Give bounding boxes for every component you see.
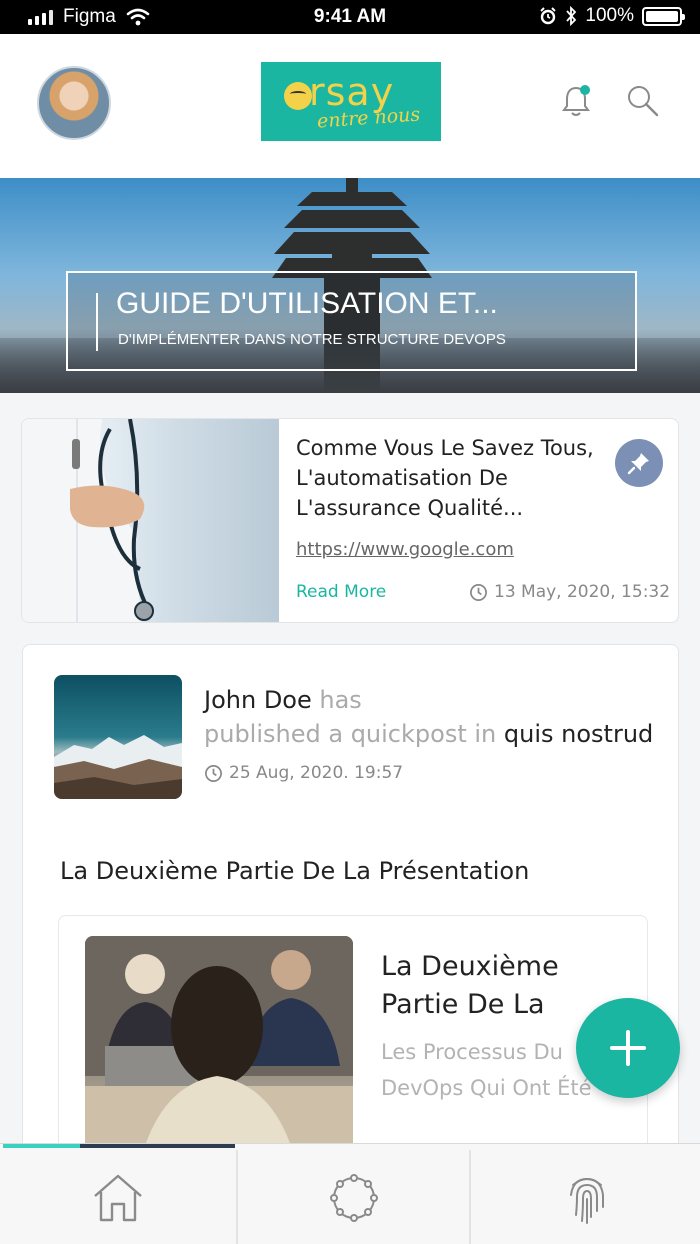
battery-percent: 100% bbox=[585, 5, 634, 26]
clock-icon bbox=[470, 583, 487, 601]
avatar[interactable] bbox=[37, 66, 111, 140]
status-right: 100% bbox=[539, 5, 685, 27]
app-logo: rsay entre nous bbox=[261, 62, 441, 141]
banner-subtitle: D'IMPLÉMENTER DANS NOTRE STRUCTURE DEVOP… bbox=[118, 331, 506, 348]
fingerprint-icon bbox=[570, 1177, 604, 1224]
doctor-image bbox=[22, 419, 279, 622]
nav-fingerprint[interactable] bbox=[472, 1150, 700, 1244]
post-author[interactable]: John Doe bbox=[204, 686, 312, 714]
app-header: rsay entre nous bbox=[0, 34, 700, 178]
post-target[interactable]: quis nostrud bbox=[504, 720, 653, 748]
add-button[interactable] bbox=[576, 998, 680, 1098]
search-icon[interactable] bbox=[623, 82, 661, 120]
doctor-illustration bbox=[22, 419, 154, 622]
status-bar: Figma 9:41 AM 100% bbox=[0, 0, 700, 34]
home-icon bbox=[94, 1174, 142, 1221]
nav-divider bbox=[236, 1150, 238, 1244]
preview-desc-line2: DevOps Qui Ont Été bbox=[381, 1076, 592, 1100]
article-link[interactable]: https://www.google.com bbox=[296, 539, 514, 560]
article-date-text: 13 May, 2020, 15:32 bbox=[494, 582, 671, 602]
mountain-illustration bbox=[54, 735, 182, 799]
nav-home[interactable] bbox=[3, 1150, 233, 1244]
banner-accent-bar bbox=[96, 293, 98, 351]
smiley-icon bbox=[284, 82, 312, 110]
article-date: 13 May, 2020, 15:32 bbox=[469, 582, 670, 602]
post-date: 25 Aug, 2020. 19:57 bbox=[204, 763, 403, 783]
bottom-nav bbox=[0, 1143, 700, 1244]
post-date-text: 25 Aug, 2020. 19:57 bbox=[229, 763, 404, 783]
bluetooth-icon bbox=[566, 6, 577, 26]
preview-title[interactable]: La Deuxième Partie De La bbox=[381, 948, 611, 1024]
battery-icon bbox=[642, 6, 685, 26]
post-action-published: published a quickpost in bbox=[204, 720, 497, 748]
meeting-illustration bbox=[85, 936, 353, 1176]
alarm-icon bbox=[540, 7, 557, 25]
post-author-line: John Doe has published a quickpost in qu… bbox=[204, 683, 664, 751]
banner-caption-box: GUIDE D'UTILISATION ET... D'IMPLÉMENTER … bbox=[66, 271, 637, 371]
pin-icon bbox=[627, 453, 649, 475]
read-more-link[interactable]: Read More bbox=[296, 582, 386, 602]
clock-icon bbox=[205, 764, 222, 782]
nav-divider bbox=[469, 1150, 471, 1244]
post-action-has: has bbox=[319, 686, 362, 714]
meeting-image bbox=[85, 936, 353, 1176]
post-thumbnail[interactable] bbox=[54, 675, 182, 799]
pin-button[interactable] bbox=[615, 439, 663, 487]
bell-icon[interactable] bbox=[557, 82, 595, 120]
article-card[interactable]: Comme Vous Le Savez Tous, L'automatisati… bbox=[21, 418, 679, 623]
circle-nodes-icon bbox=[330, 1173, 378, 1222]
hero-banner[interactable]: GUIDE D'UTILISATION ET... D'IMPLÉMENTER … bbox=[0, 178, 700, 393]
plus-icon bbox=[610, 1030, 646, 1066]
article-title[interactable]: Comme Vous Le Savez Tous, L'automatisati… bbox=[296, 433, 596, 523]
preview-desc-line1: Les Processus Du bbox=[381, 1040, 563, 1064]
post-heading: La Deuxième Partie De La Présentation bbox=[60, 857, 530, 885]
nav-network[interactable] bbox=[239, 1150, 469, 1244]
banner-title: GUIDE D'UTILISATION ET... bbox=[116, 287, 498, 320]
nav-active-indicator bbox=[3, 1144, 235, 1148]
